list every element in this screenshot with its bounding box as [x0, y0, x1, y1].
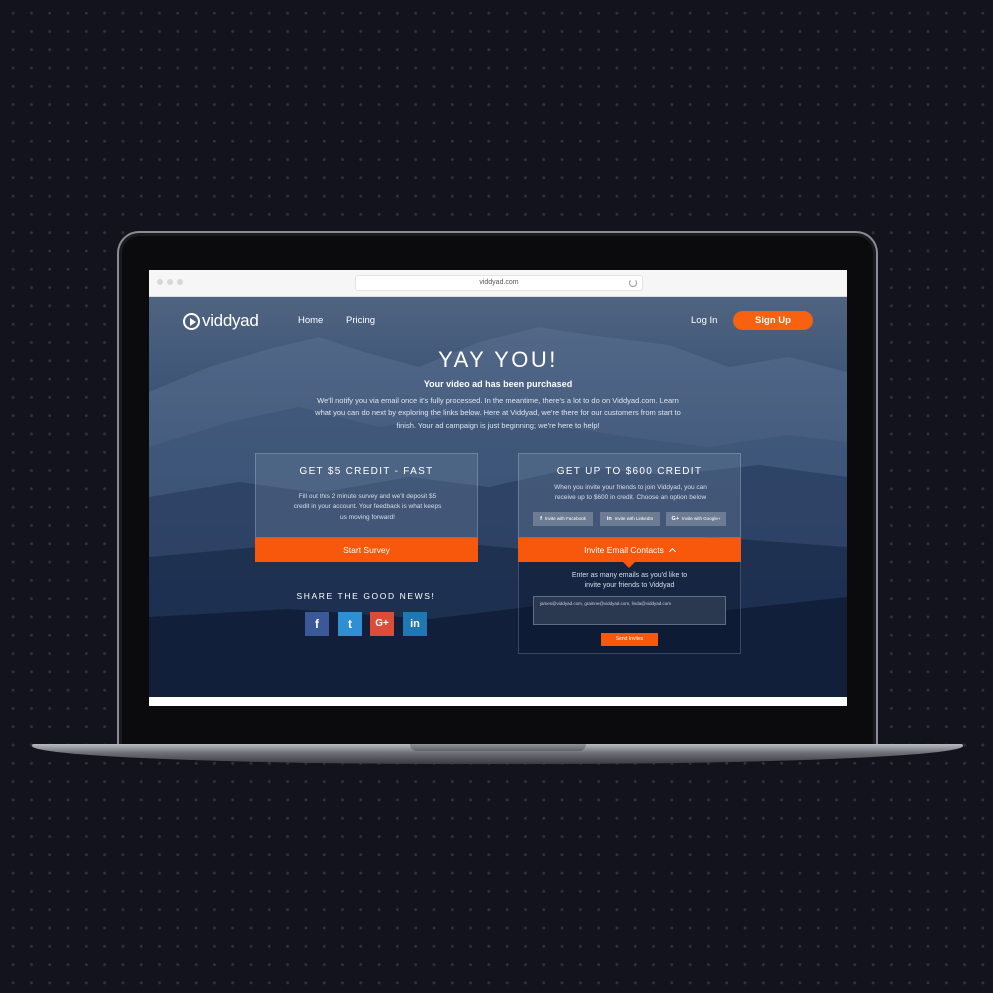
email-panel-text: Enter as many emails as you'd like to in…	[571, 572, 688, 590]
invite-google-button[interactable]: G+ Invite with Google+	[666, 512, 726, 526]
invite-linkedin-label: Invite with LinkedIn	[614, 516, 654, 521]
nav-pricing-link[interactable]: Pricing	[346, 315, 375, 326]
survey-credit-card: GET $5 CREDIT - FAST Fill out this 2 min…	[255, 453, 478, 538]
invite-email-contacts-toggle[interactable]: Invite Email Contacts	[518, 538, 741, 562]
page-subtitle: Your video ad has been purchased	[423, 379, 573, 389]
nav-home-link[interactable]: Home	[298, 315, 323, 326]
laptop-notch	[410, 744, 586, 751]
start-survey-button[interactable]: Start Survey	[255, 538, 478, 562]
maximize-window-icon[interactable]	[177, 279, 183, 285]
signup-button[interactable]: Sign Up	[733, 311, 813, 330]
invite-facebook-button[interactable]: f Invite with Facebook	[533, 512, 593, 526]
invite-facebook-label: Invite with Facebook	[544, 516, 586, 521]
close-window-icon[interactable]	[157, 279, 163, 285]
confirmation-page: viddyad Home Pricing Log In Sign Up YAY …	[149, 297, 847, 697]
dropdown-caret-icon	[623, 562, 635, 568]
laptop-screen: viddyad.com viddyad Home Pricing Log In …	[149, 270, 847, 706]
google-plus-icon: G+	[671, 516, 680, 522]
share-title: SHARE THE GOOD NEWS!	[296, 591, 436, 601]
share-linkedin-icon[interactable]: in	[403, 612, 427, 636]
send-invites-button[interactable]: Send Invites	[601, 633, 658, 646]
chevron-up-icon	[668, 547, 676, 556]
page-title: YAY YOU!	[438, 347, 558, 372]
invite-card-text: When you invite your friends to join Vid…	[554, 484, 707, 502]
share-twitter-icon[interactable]: t	[338, 612, 362, 636]
viddyad-logo[interactable]: viddyad	[183, 311, 259, 331]
play-logo-icon	[183, 312, 200, 330]
share-facebook-icon[interactable]: f	[305, 612, 329, 636]
window-controls	[157, 279, 183, 285]
survey-card-title: GET $5 CREDIT - FAST	[299, 466, 434, 477]
address-bar[interactable]: viddyad.com	[355, 275, 643, 291]
invite-email-label: Invite Email Contacts	[584, 545, 664, 555]
survey-card-text: Fill out this 2 minute survey and we'll …	[293, 493, 442, 521]
login-link[interactable]: Log In	[691, 315, 717, 326]
minimize-window-icon[interactable]	[167, 279, 173, 285]
invite-card-title: GET UP TO $600 CREDIT	[556, 466, 703, 477]
page-intro-text: We'll notify you via email once it's ful…	[315, 396, 681, 430]
reload-icon[interactable]	[629, 279, 637, 287]
share-google-plus-icon[interactable]: G+	[370, 612, 394, 636]
invite-linkedin-button[interactable]: in Invite with LinkedIn	[600, 512, 660, 526]
url-text: viddyad.com	[479, 279, 519, 286]
logo-wordmark: viddyad	[202, 311, 259, 330]
browser-toolbar: viddyad.com	[149, 270, 847, 297]
emails-input[interactable]: james@viddyad.com, grainne@viddyad.com, …	[533, 596, 726, 625]
facebook-icon: f	[540, 516, 542, 522]
linkedin-icon: in	[606, 516, 612, 522]
invite-google-label: Invite with Google+	[682, 516, 721, 521]
